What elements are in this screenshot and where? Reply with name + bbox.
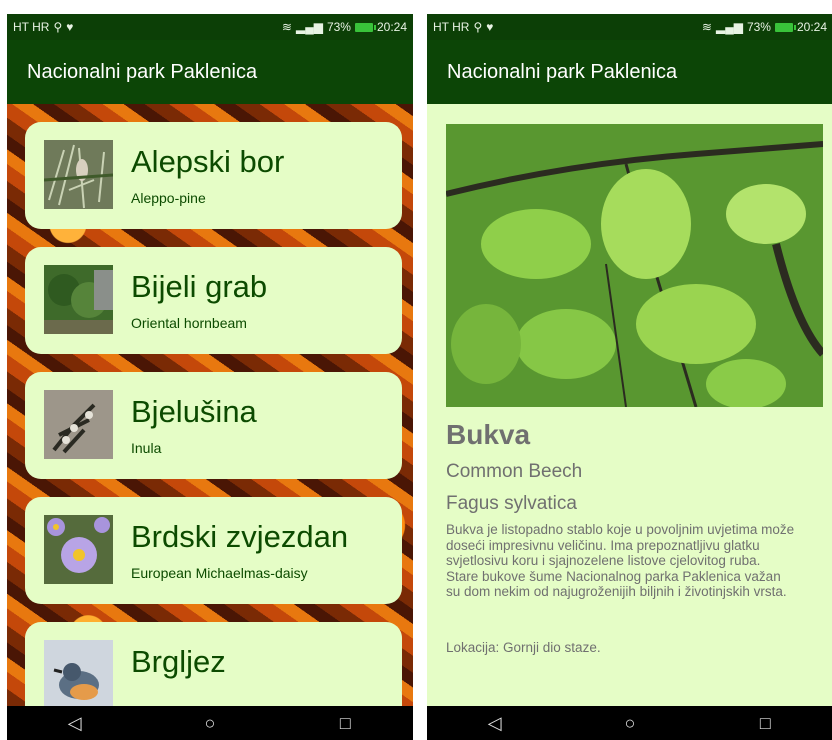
list-item[interactable]: Brgljez [25, 622, 402, 706]
battery-percent: 73% [326, 20, 351, 34]
battery-icon [774, 22, 796, 32]
status-bar: HT HR ⚲ ♥ ≋ ▂▄▆ 73% 20:24 [7, 14, 413, 40]
home-icon[interactable]: ○ [190, 713, 230, 734]
app-title: Nacionalni park Paklenica [447, 60, 678, 83]
inula-photo [44, 390, 113, 459]
app-bar: Nacionalni park Paklenica [7, 40, 413, 104]
carrier-label: HT HR [13, 20, 50, 34]
heart-icon: ♥ [486, 20, 494, 34]
item-title: Bijeli grab [131, 269, 268, 304]
system-nav-bar: ◁ ○ □ [427, 706, 832, 740]
species-description: Bukva je listopadno stablo koje u povolj… [446, 522, 795, 599]
item-subtitle: Oriental hornbeam [131, 315, 247, 331]
battery-percent: 73% [746, 20, 771, 34]
species-common-name: Common Beech [446, 461, 583, 482]
item-subtitle: Aleppo-pine [131, 190, 206, 206]
clock: 20:24 [376, 20, 407, 34]
hornbeam-photo [44, 265, 113, 334]
battery-icon [354, 22, 376, 32]
signal-icon: ▂▄▆ [295, 20, 323, 34]
species-latin-name: Fagus sylvatica [446, 493, 577, 514]
signal-icon: ▂▄▆ [715, 20, 743, 34]
list-item[interactable]: Bijeli grab Oriental hornbeam [25, 247, 402, 354]
species-location: Lokacija: Gornji dio staze. [446, 640, 601, 655]
app-bar: Nacionalni park Paklenica [427, 40, 832, 104]
item-subtitle: European Michaelmas-daisy [131, 565, 308, 581]
item-title: Brdski zvjezdan [131, 519, 349, 554]
aleppo-pine-photo [44, 140, 113, 209]
beech-photo [446, 124, 823, 407]
bird-photo [44, 640, 113, 706]
species-title: Bukva [446, 419, 531, 450]
app-title: Nacionalni park Paklenica [27, 60, 258, 83]
clock: 20:24 [796, 20, 827, 34]
status-bar: HT HR ⚲ ♥ ≋ ▂▄▆ 73% 20:24 [427, 14, 832, 40]
wifi-icon: ≋ [701, 20, 712, 34]
back-icon[interactable]: ◁ [55, 713, 95, 734]
item-subtitle: Inula [131, 440, 162, 456]
list-item[interactable]: Alepski bor Aleppo-pine [25, 122, 402, 229]
daisy-photo [44, 515, 113, 584]
recents-icon[interactable]: □ [325, 713, 365, 734]
carrier-label: HT HR [433, 20, 470, 34]
phone-screen-list: HT HR ⚲ ♥ ≋ ▂▄▆ 73% 20:24 Nacionalni par… [7, 14, 413, 740]
system-nav-bar: ◁ ○ □ [7, 706, 413, 740]
item-title: Brgljez [131, 644, 226, 679]
back-icon[interactable]: ◁ [475, 713, 515, 734]
recents-icon[interactable]: □ [745, 713, 785, 734]
wifi-icon: ≋ [281, 20, 292, 34]
usb-icon: ⚲ [53, 20, 63, 34]
list-item[interactable]: Brdski zvjezdan European Michaelmas-dais… [25, 497, 402, 604]
phone-screen-detail: HT HR ⚲ ♥ ≋ ▂▄▆ 73% 20:24 Nacionalni par… [427, 14, 832, 740]
usb-icon: ⚲ [473, 20, 483, 34]
list-item[interactable]: Bjelušina Inula [25, 372, 402, 479]
species-detail: Bukva Common Beech Fagus sylvatica Bukva… [427, 104, 832, 706]
home-icon[interactable]: ○ [610, 713, 650, 734]
item-title: Alepski bor [131, 144, 285, 179]
item-title: Bjelušina [131, 394, 257, 429]
species-list[interactable]: Alepski bor Aleppo-pine Bijeli grab Orie… [7, 104, 413, 706]
heart-icon: ♥ [66, 20, 74, 34]
